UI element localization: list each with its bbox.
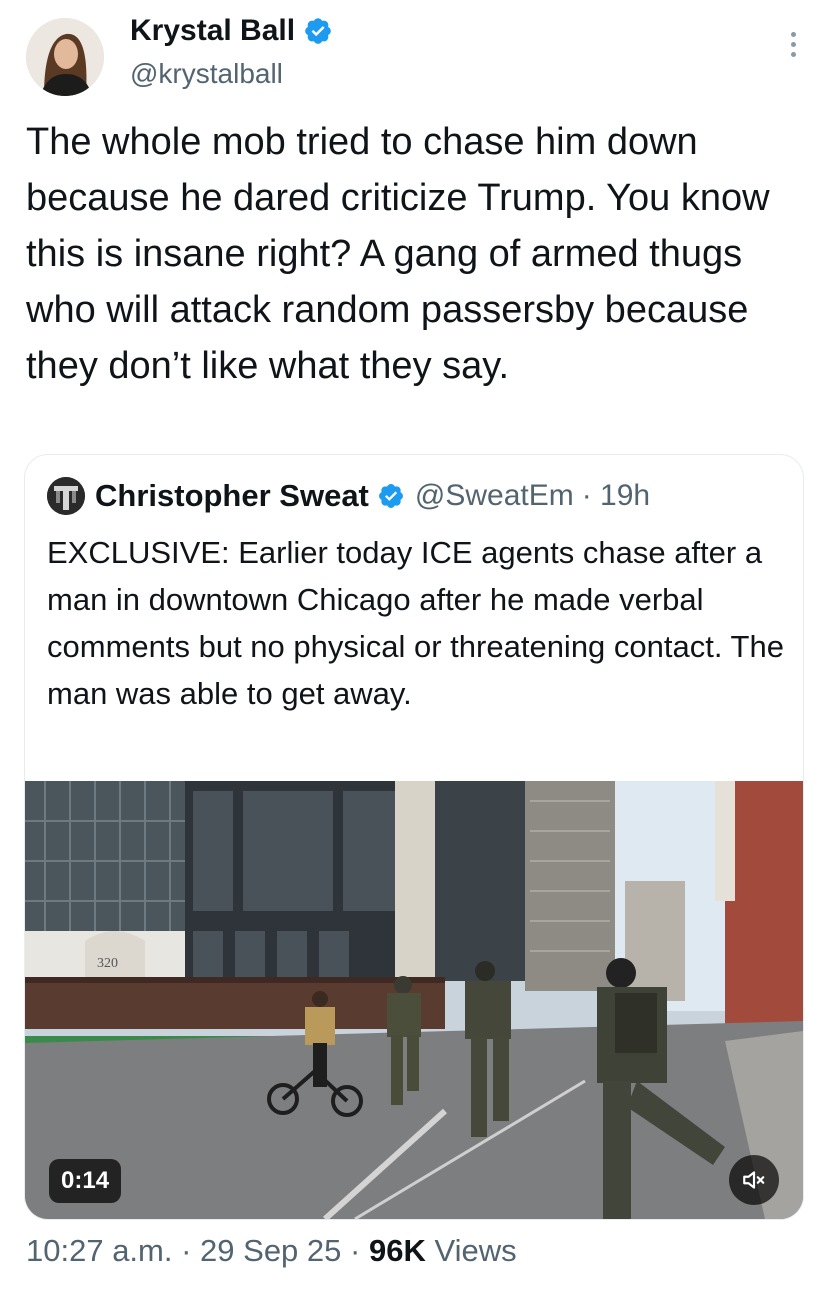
views-label: Views bbox=[425, 1233, 517, 1268]
meta-separator: · bbox=[172, 1233, 201, 1268]
verified-badge-icon bbox=[378, 484, 403, 508]
tweet-time[interactable]: 10:27 a.m. bbox=[26, 1233, 172, 1268]
building-sign: 320 bbox=[97, 956, 118, 971]
author-name[interactable]: Krystal Ball bbox=[130, 14, 295, 48]
quoted-tweet-card[interactable]: Christopher Sweat @SweatEm · 19h EXCLUSI… bbox=[24, 454, 804, 1220]
views-count: 96K bbox=[368, 1233, 426, 1268]
quoted-tweet-header: Christopher Sweat @SweatEm · 19h bbox=[47, 477, 650, 515]
video-duration-badge: 0:14 bbox=[49, 1159, 122, 1203]
tweet-text: The whole mob tried to chase him down be… bbox=[26, 121, 770, 387]
quoted-tweet-time[interactable]: · 19h bbox=[582, 479, 650, 513]
tweet-meta: 10:27 a.m. · 29 Sep 25 · 96K Views bbox=[26, 1233, 517, 1269]
mute-icon[interactable] bbox=[729, 1155, 779, 1205]
quoted-author-avatar[interactable] bbox=[47, 477, 85, 515]
author-handle[interactable]: @krystalball bbox=[130, 58, 283, 90]
quoted-tweet-text: EXCLUSIVE: Earlier today ICE agents chas… bbox=[47, 535, 784, 711]
meta-separator: · bbox=[341, 1233, 369, 1268]
video-player[interactable]: 320 0:14 bbox=[25, 781, 803, 1219]
author-name-row: Krystal Ball bbox=[130, 14, 333, 48]
tweet-date[interactable]: 29 Sep 25 bbox=[200, 1233, 341, 1268]
quoted-author-name[interactable]: Christopher Sweat bbox=[95, 478, 369, 514]
more-options-icon[interactable] bbox=[786, 32, 800, 66]
author-avatar[interactable] bbox=[26, 18, 104, 96]
verified-badge-icon bbox=[305, 18, 331, 44]
video-frame: 320 bbox=[25, 781, 803, 1219]
quoted-author-handle[interactable]: @SweatEm bbox=[415, 479, 574, 513]
